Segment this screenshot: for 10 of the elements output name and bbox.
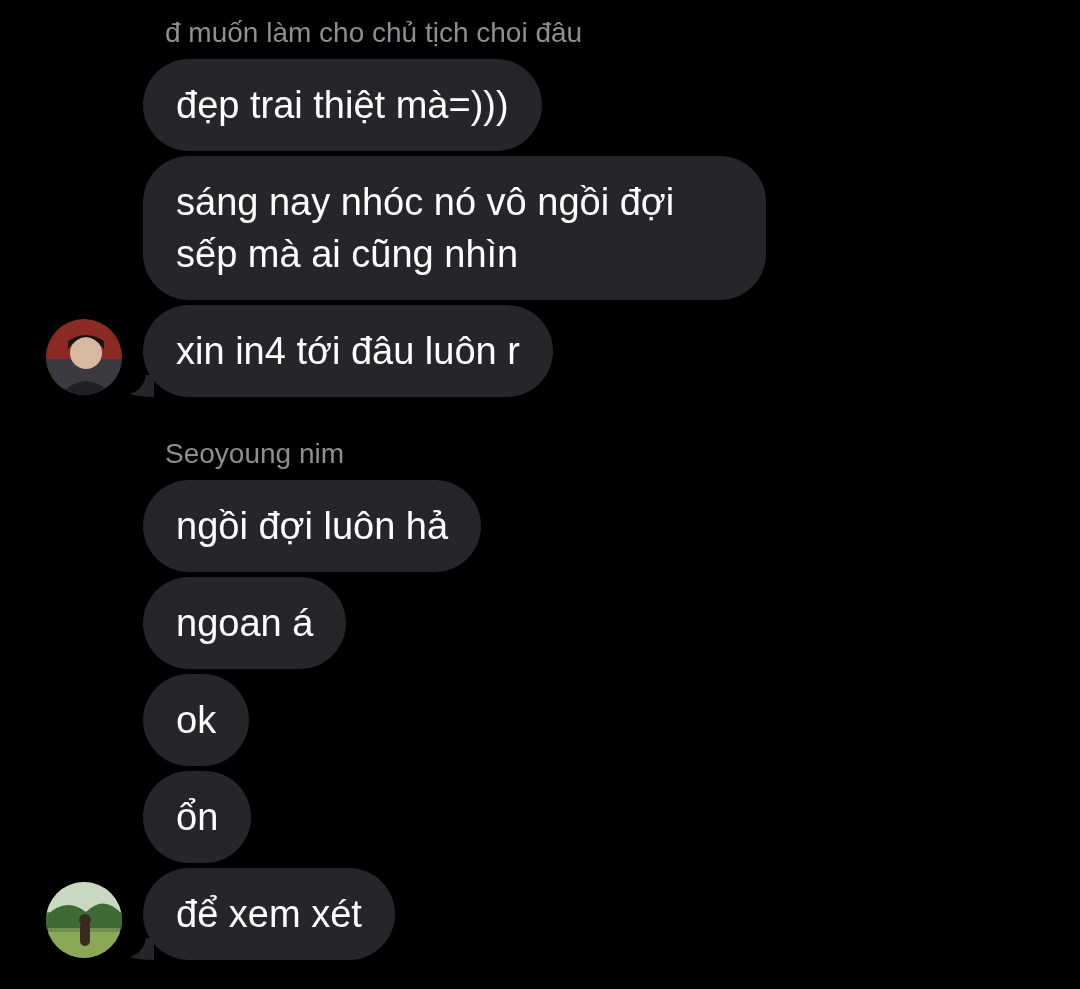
message-bubble: ngồi đợi luôn hả	[143, 480, 482, 572]
sender-name: Seoyoung nim	[165, 437, 345, 471]
message-bubble: đẹp trai thiệt mà=)))	[143, 59, 542, 151]
message-bubble: xin in4 tới đâu luôn r	[143, 305, 553, 397]
message-bubble: sáng nay nhóc nó vô ngồi đợi sếp mà ai cũng nhìn	[143, 156, 766, 300]
message-bubble: ổn	[143, 771, 252, 863]
message-bubble: ok	[143, 674, 250, 766]
sender-name: đ muốn làm cho chủ tịch choi đâu	[165, 16, 584, 50]
message-bubble: để xem xét	[143, 868, 395, 960]
message-bubble: ngoan á	[143, 577, 347, 669]
